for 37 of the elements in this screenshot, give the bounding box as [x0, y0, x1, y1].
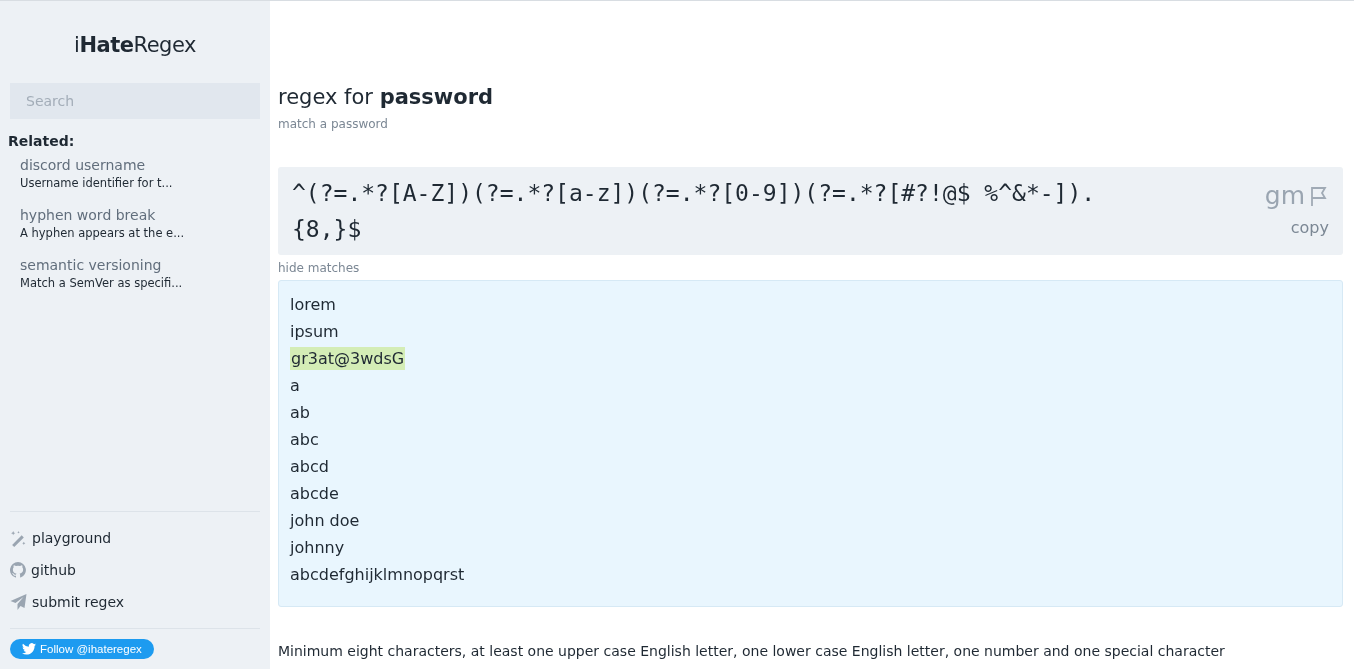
related-heading: Related: [8, 133, 76, 149]
related-link[interactable]: discord username [20, 157, 260, 173]
magic-wand-icon [10, 529, 27, 547]
related-link[interactable]: semantic versioning [20, 257, 260, 273]
sample-line: ab [290, 403, 310, 422]
hide-matches-link[interactable]: hide matches [278, 261, 360, 275]
sample-line: abcd [290, 457, 329, 476]
flag-icon[interactable] [1309, 184, 1329, 207]
related-description: Username identifier for t... [20, 176, 174, 190]
follow-button[interactable]: Follow @ihateregex [10, 639, 154, 659]
page-subtitle: match a password [278, 117, 389, 131]
matched-text: gr3at@3wdsG [290, 347, 406, 370]
regex-flags: gm [1264, 181, 1305, 210]
sidebar-link[interactable]: playground [10, 522, 260, 554]
sidebar-link[interactable]: submit regex [10, 586, 260, 618]
sample-line: johnny [290, 538, 345, 557]
paper-plane-icon [10, 594, 27, 610]
sample-line: abcdefghijklmnopqrst [290, 565, 465, 584]
sample-line: abcde [290, 484, 339, 503]
related-description: A hyphen appears at the e... [20, 226, 186, 240]
sample-line: john doe [290, 511, 360, 530]
sample-line: ipsum [290, 322, 339, 341]
sample-line: a [290, 376, 300, 395]
sample-line: abc [290, 430, 319, 449]
sidebar-link[interactable]: github [10, 554, 260, 586]
related-link[interactable]: hyphen word break [20, 207, 260, 223]
related-description: Match a SemVer as specifi... [20, 276, 184, 290]
regex-pattern: ^(?=.*?[A-Z])(?=.*?[a-z])(?=.*?[0-9])(?=.*?[#?!@$ %^&*-]).{8,}$ [292, 179, 1097, 244]
bird-icon [22, 643, 36, 655]
copy-link[interactable]: copy [1290, 218, 1329, 237]
search-field[interactable]: Search [10, 83, 260, 119]
github-icon [10, 562, 26, 578]
logo[interactable]: iHateRegex [10, 33, 260, 57]
sample-text-area[interactable]: lorem ipsum gr3at@3wdsG a ab abc abcd abcde john doe johnny abcdefghijklmnopqrst [278, 280, 1343, 607]
page-title: regex for password [278, 85, 495, 109]
sample-line: lorem [290, 295, 336, 314]
description: Minimum eight characters, at least one upper case English letter, one lower case English letter, one number and one special character [278, 643, 1226, 659]
